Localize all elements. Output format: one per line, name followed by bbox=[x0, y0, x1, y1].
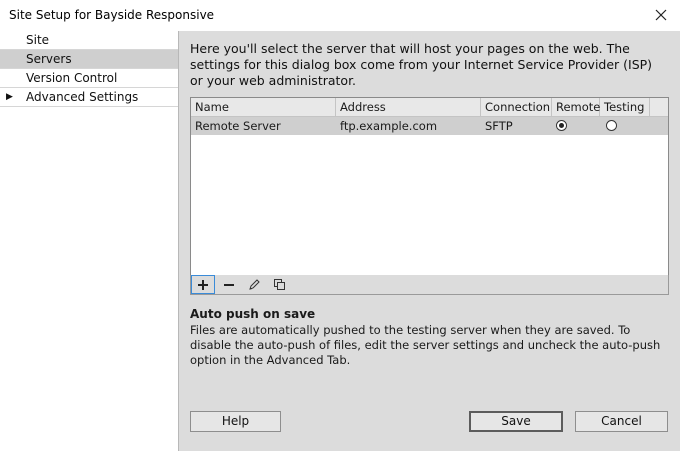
sidebar-item-servers[interactable]: Servers bbox=[0, 50, 178, 69]
column-header-connection[interactable]: Connection bbox=[481, 98, 552, 116]
plus-icon bbox=[198, 279, 208, 290]
duplicate-icon bbox=[273, 279, 285, 290]
table-header: Name Address Connection Remote Testing bbox=[191, 98, 668, 117]
expand-arrow-icon[interactable]: ▶ bbox=[6, 88, 13, 106]
title-bar: Site Setup for Bayside Responsive bbox=[0, 0, 680, 31]
server-name-cell: Remote Server bbox=[195, 119, 281, 133]
window-title: Site Setup for Bayside Responsive bbox=[9, 8, 215, 22]
auto-push-description: Files are automatically pushed to the te… bbox=[190, 323, 661, 367]
sidebar-item-label: Site bbox=[26, 33, 50, 47]
column-header-name[interactable]: Name bbox=[191, 98, 336, 116]
sidebar-item-label: Advanced Settings bbox=[26, 90, 139, 104]
close-icon bbox=[655, 9, 667, 21]
sidebar-item-advanced-settings[interactable]: ▶ Advanced Settings bbox=[0, 88, 178, 107]
cancel-button[interactable]: Cancel bbox=[575, 411, 668, 432]
add-server-button[interactable] bbox=[191, 275, 215, 294]
column-header-testing[interactable]: Testing bbox=[600, 98, 650, 116]
sidebar-item-version-control[interactable]: Version Control bbox=[0, 69, 178, 88]
column-header-remote[interactable]: Remote bbox=[552, 98, 600, 116]
server-address-cell: ftp.example.com bbox=[340, 119, 438, 133]
sidebar-item-label: Servers bbox=[26, 52, 72, 66]
servers-table: Name Address Connection Remote Testing R… bbox=[190, 97, 669, 277]
auto-push-heading: Auto push on save bbox=[190, 307, 316, 321]
pencil-icon bbox=[248, 279, 260, 290]
minus-icon bbox=[224, 283, 234, 286]
remote-radio[interactable] bbox=[556, 120, 567, 131]
site-setup-dialog: Site Setup for Bayside Responsive Site S… bbox=[0, 0, 680, 451]
intro-text: Here you'll select the server that will … bbox=[190, 41, 653, 88]
category-sidebar: Site Servers Version Control ▶ Advanced … bbox=[0, 31, 179, 451]
servers-panel: Here you'll select the server that will … bbox=[179, 31, 680, 451]
save-button[interactable]: Save bbox=[469, 411, 563, 432]
testing-radio[interactable] bbox=[606, 120, 617, 131]
server-toolbar bbox=[190, 275, 669, 295]
help-button[interactable]: Help bbox=[190, 411, 281, 432]
close-button[interactable] bbox=[650, 4, 672, 26]
table-row[interactable]: Remote Server ftp.example.com SFTP bbox=[191, 117, 668, 135]
sidebar-item-label: Version Control bbox=[26, 71, 118, 85]
sidebar-item-site[interactable]: Site bbox=[0, 31, 178, 50]
duplicate-server-button[interactable] bbox=[267, 275, 291, 294]
remove-server-button[interactable] bbox=[217, 275, 241, 294]
server-connection-cell: SFTP bbox=[485, 119, 513, 133]
column-header-address[interactable]: Address bbox=[336, 98, 481, 116]
edit-server-button[interactable] bbox=[242, 275, 266, 294]
